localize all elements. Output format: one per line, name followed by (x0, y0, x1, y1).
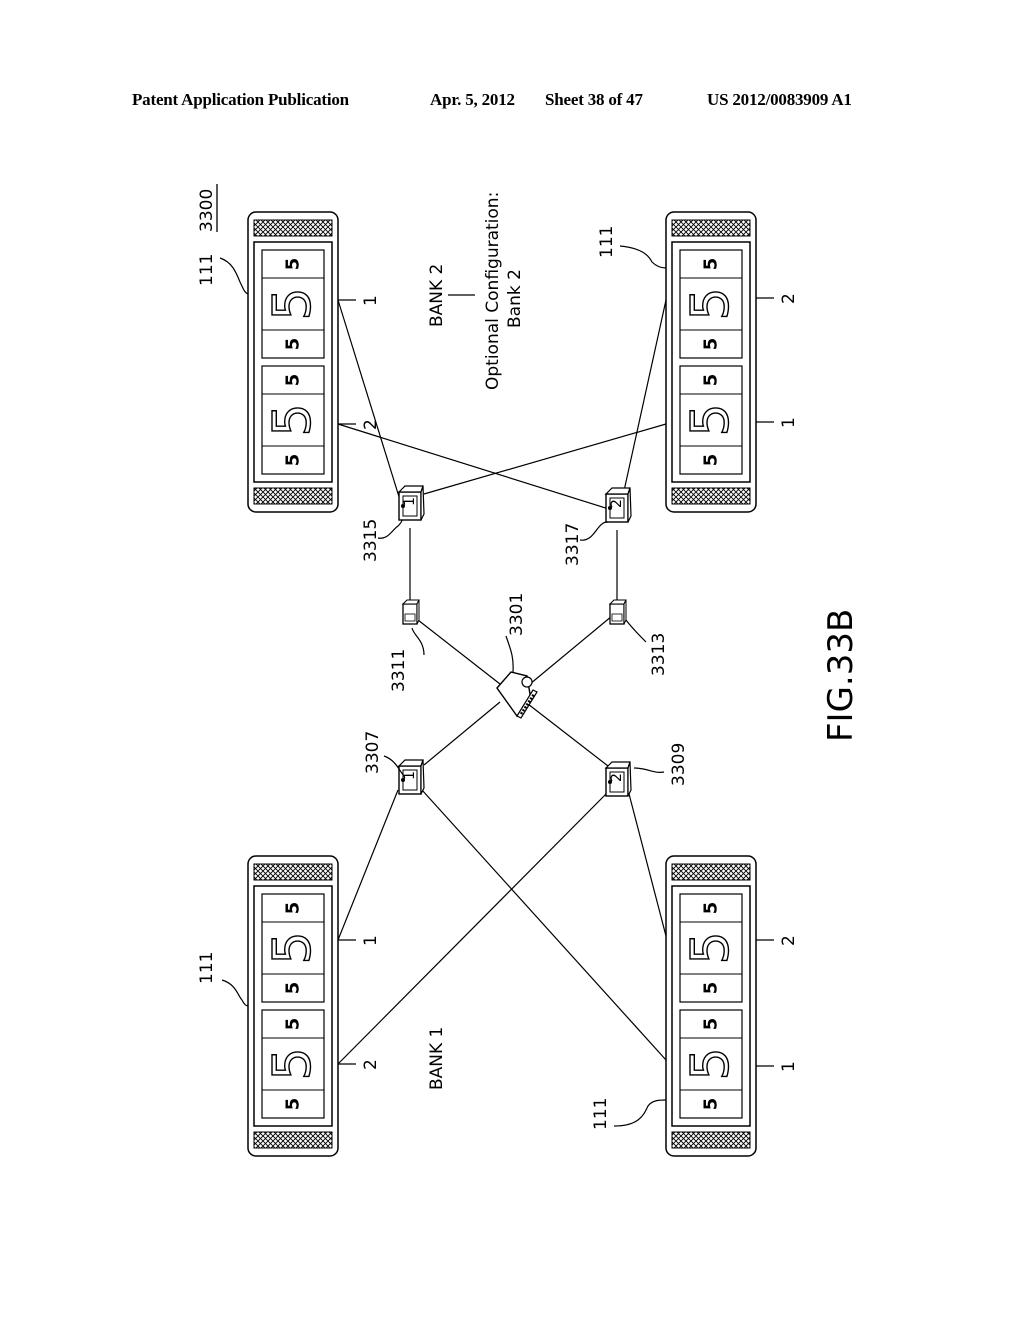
wire-tr-port1-3315 (423, 423, 667, 495)
reel-symbol-small: 5 (701, 1098, 722, 1111)
wire-3301-3307 (423, 701, 501, 766)
machine-ref-tl: 111 (197, 254, 217, 286)
reel-symbol-small: 5 (701, 338, 722, 351)
reel-symbol-large: 5 (681, 403, 741, 436)
wire-3309-br-port2 (627, 789, 667, 937)
reel-symbol-large: 5 (681, 287, 741, 320)
leader-tr (619, 245, 667, 269)
reel-symbol-small: 5 (283, 374, 304, 387)
ref-3311: 3311 (389, 649, 409, 692)
ref-3313: 3313 (649, 633, 669, 676)
wire-tl-port1-3315 (337, 299, 401, 501)
wire-3313-3301 (529, 615, 613, 685)
wire-3311-3301 (417, 619, 501, 685)
server-3301[interactable] (496, 671, 538, 719)
port-bl-a: 1 (361, 935, 381, 946)
reel-symbol-large: 5 (263, 403, 323, 436)
optional-config-line1: Optional Configuration: (483, 192, 503, 390)
leader-bl (221, 979, 249, 1007)
reel-symbol-small: 5 (283, 1098, 304, 1111)
bank1-label: BANK 1 (427, 1027, 447, 1090)
wire-3301-3309 (527, 703, 609, 767)
port-tl-a: 1 (361, 295, 381, 306)
switch-mark-3315: 1 (402, 497, 418, 506)
reel-symbol-small: 5 (283, 338, 304, 351)
machine-ref-tr: 111 (597, 226, 617, 258)
port-tl-b: 2 (361, 419, 381, 430)
ref-3307: 3307 (363, 731, 383, 774)
reel-symbol-small: 5 (283, 258, 304, 271)
reel-symbol-small: 5 (283, 1018, 304, 1031)
reel-symbol-small: 5 (283, 902, 304, 915)
reel-symbol-small: 5 (701, 374, 722, 387)
port-br-a: 2 (779, 935, 799, 946)
reel-symbol-small: 5 (701, 982, 722, 995)
ref-3315: 3315 (361, 519, 381, 562)
bank2-label: BANK 2 (427, 264, 447, 327)
reel-symbol-large: 5 (263, 287, 323, 320)
leader-tl (219, 257, 249, 295)
machine-ref-bl: 111 (197, 952, 217, 984)
reel-symbol-small: 5 (283, 982, 304, 995)
reel-symbol-large: 5 (681, 1047, 741, 1080)
figure-caption: FIG.33B (821, 609, 861, 742)
figure-id-label: 3300 (197, 189, 217, 232)
wire-3307-bl-port1 (337, 789, 399, 941)
figure-diagram: 3300 5 5 5 5 5 5 5 5 5 5 5 5 5 5 5 555555555 111 111 11… (197, 184, 861, 1157)
port-bl-b: 2 (361, 1059, 381, 1070)
wire-tl-port2-3317 (337, 423, 613, 511)
machine-ref-br: 111 (591, 1098, 611, 1130)
switch-mark-3307: 1 (402, 771, 418, 780)
reel-symbol-small: 5 (701, 902, 722, 915)
port-br-b: 1 (779, 1061, 799, 1072)
leader-br (613, 1099, 667, 1127)
wire-tr-port2-3317 (621, 299, 667, 501)
ref-3309: 3309 (669, 743, 689, 786)
optional-config-line2: Bank 2 (505, 269, 525, 328)
reel-symbol-small: 5 (701, 454, 722, 467)
reel-symbol-large: 5 (263, 1047, 323, 1080)
reel-symbol-small: 5 (701, 1018, 722, 1031)
ref-3317: 3317 (563, 523, 583, 566)
reel-symbol-large: 5 (263, 931, 323, 964)
reel-symbol-small: 5 (283, 454, 304, 467)
port-tr-a: 2 (779, 293, 799, 304)
reel-symbol-large: 5 (681, 931, 741, 964)
reel-symbol-small: 5 (701, 258, 722, 271)
wire-3309-bl-port2 (337, 789, 611, 1065)
hub-3313[interactable] (609, 599, 627, 625)
switch-mark-3309: 2 (609, 773, 625, 782)
ref-3301: 3301 (507, 593, 527, 636)
hub-3311[interactable] (402, 599, 420, 625)
switch-mark-3317: 2 (609, 499, 625, 508)
wire-3307-br-port1 (421, 789, 667, 1061)
port-tr-b: 1 (779, 417, 799, 428)
